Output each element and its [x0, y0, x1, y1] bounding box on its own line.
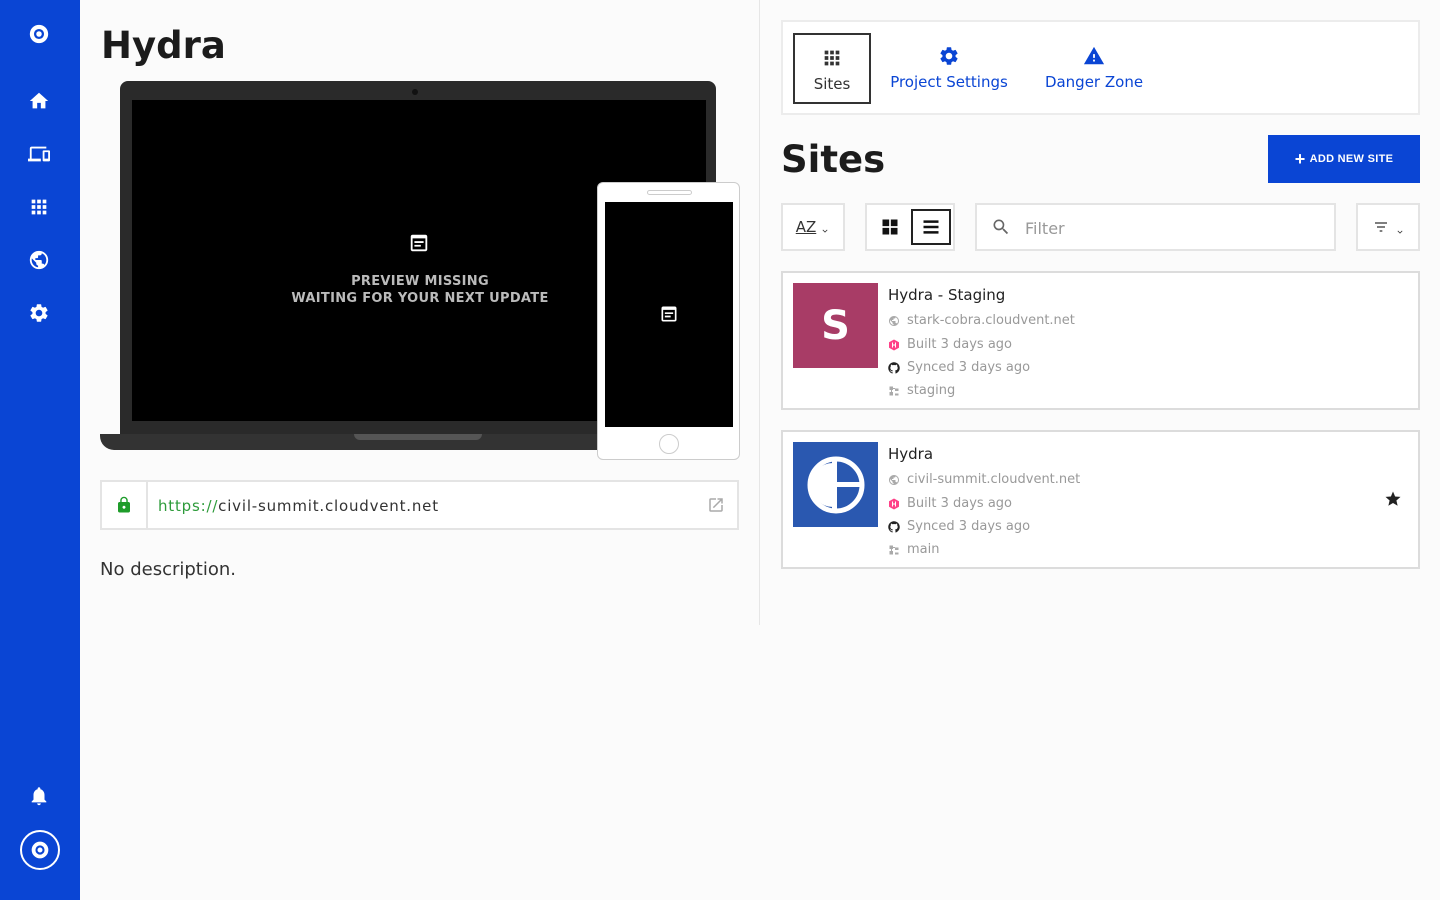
project-description: No description.: [100, 559, 237, 580]
phone-home-button: [659, 434, 679, 454]
open-external-icon[interactable]: [707, 496, 725, 514]
grid-view-icon: [882, 219, 898, 235]
list-view-button[interactable]: [911, 209, 951, 245]
site-built-text: Built 3 days ago: [907, 496, 1013, 511]
site-card[interactable]: Hydra civil-summit.cloudvent.net Built 3…: [781, 430, 1420, 569]
site-name[interactable]: Hydra - Staging: [888, 286, 1005, 304]
tab-danger-zone-label: Danger Zone: [1044, 73, 1144, 91]
site-name[interactable]: Hydra: [888, 445, 933, 463]
filter-box: [975, 203, 1336, 251]
site-url-link[interactable]: https://civil-summit.cloudvent.net: [158, 497, 439, 515]
site-built-text: Built 3 days ago: [907, 337, 1013, 352]
add-new-site-label: ADD NEW SITE: [1309, 153, 1394, 165]
grid-dots-icon: [821, 47, 843, 69]
tab-danger-zone[interactable]: Danger Zone: [1041, 33, 1147, 104]
laptop-notch: [354, 434, 482, 440]
preview-missing-line2: WAITING FOR YOUR NEXT UPDATE: [291, 291, 549, 306]
branch-icon: [888, 544, 900, 556]
view-toggle: [865, 203, 955, 251]
phone-speaker: [647, 190, 692, 195]
list-view-icon: [923, 220, 939, 234]
preview-missing-message: PREVIEW MISSING WAITING FOR YOUR NEXT UP…: [260, 273, 580, 307]
site-card[interactable]: S Hydra - Staging stark-cobra.cloudvent.…: [781, 271, 1420, 410]
site-branch: main: [888, 542, 939, 557]
site-branch-text: main: [907, 542, 940, 557]
lock-icon: [102, 482, 148, 528]
sort-az-icon: AZ: [795, 218, 817, 236]
sort-dropdown[interactable]: AZ: [781, 203, 845, 251]
site-domain-text: stark-cobra.cloudvent.net: [907, 313, 1075, 328]
chevron-down-icon: [820, 222, 830, 233]
sidebar-nav: [0, 0, 80, 900]
sites-heading: Sites: [781, 138, 886, 181]
url-host: civil-summit.cloudvent.net: [218, 497, 439, 515]
star-icon[interactable]: [1384, 490, 1402, 508]
site-thumbnail: [793, 442, 878, 527]
filter-options-dropdown[interactable]: [1356, 203, 1420, 251]
plus-icon: +: [1294, 149, 1306, 169]
preview-document-icon: [408, 232, 430, 254]
tab-sites-label: Sites: [813, 75, 851, 93]
url-protocol: https://: [158, 497, 219, 515]
apps-grid-icon[interactable]: [22, 190, 56, 224]
tab-project-settings[interactable]: Project Settings: [889, 33, 1009, 104]
site-logo-icon: [807, 456, 864, 513]
home-icon[interactable]: [22, 84, 56, 118]
site-domain-text: civil-summit.cloudvent.net: [907, 472, 1081, 487]
site-url-bar: https://civil-summit.cloudvent.net: [100, 480, 739, 530]
project-overview-panel: Hydra PREVIEW MISSING WAITING FOR YOUR N…: [80, 0, 760, 625]
user-avatar-icon[interactable]: [20, 830, 60, 870]
chevron-down-icon: [1395, 222, 1405, 234]
project-tabs: Sites Project Settings Danger Zone: [781, 20, 1420, 115]
tab-sites[interactable]: Sites: [793, 33, 871, 104]
hugo-icon: [888, 339, 900, 351]
grid-view-button[interactable]: [871, 209, 909, 245]
globe-icon: [888, 474, 900, 486]
project-title: Hydra: [101, 24, 226, 67]
site-synced: Synced 3 days ago: [888, 519, 1030, 534]
mobile-preview: [597, 182, 740, 460]
phone-preview-document-icon: [661, 306, 677, 322]
site-synced-text: Synced 3 days ago: [907, 360, 1031, 375]
branch-icon: [888, 385, 900, 397]
add-new-site-button[interactable]: + ADD NEW SITE: [1268, 135, 1420, 183]
site-thumbnail: S: [793, 283, 878, 368]
site-built: Built 3 days ago: [888, 496, 1012, 511]
site-synced: Synced 3 days ago: [888, 360, 1030, 375]
globe-icon[interactable]: [22, 243, 56, 277]
settings-gear-icon[interactable]: [22, 296, 56, 330]
site-branch-text: staging: [907, 383, 956, 398]
gear-icon: [938, 45, 960, 67]
devices-icon[interactable]: [22, 137, 56, 171]
site-domain: stark-cobra.cloudvent.net: [888, 313, 1075, 328]
filter-input[interactable]: [1025, 217, 1315, 239]
search-icon: [993, 219, 1009, 235]
laptop-camera: [412, 89, 418, 95]
site-synced-text: Synced 3 days ago: [907, 519, 1031, 534]
site-built: Built 3 days ago: [888, 337, 1012, 352]
globe-icon: [888, 315, 900, 327]
github-icon: [888, 361, 900, 374]
phone-screen: [605, 202, 733, 427]
preview-missing-line1: PREVIEW MISSING: [351, 274, 489, 289]
notifications-bell-icon[interactable]: [22, 779, 56, 813]
hugo-icon: [888, 498, 900, 510]
site-branch: staging: [888, 383, 955, 398]
filter-lines-icon: [1375, 222, 1387, 232]
site-domain: civil-summit.cloudvent.net: [888, 472, 1080, 487]
cloudcannon-logo-icon[interactable]: [22, 17, 56, 51]
warning-icon: [1083, 45, 1105, 67]
github-icon: [888, 520, 900, 533]
tab-project-settings-label: Project Settings: [890, 73, 1008, 91]
